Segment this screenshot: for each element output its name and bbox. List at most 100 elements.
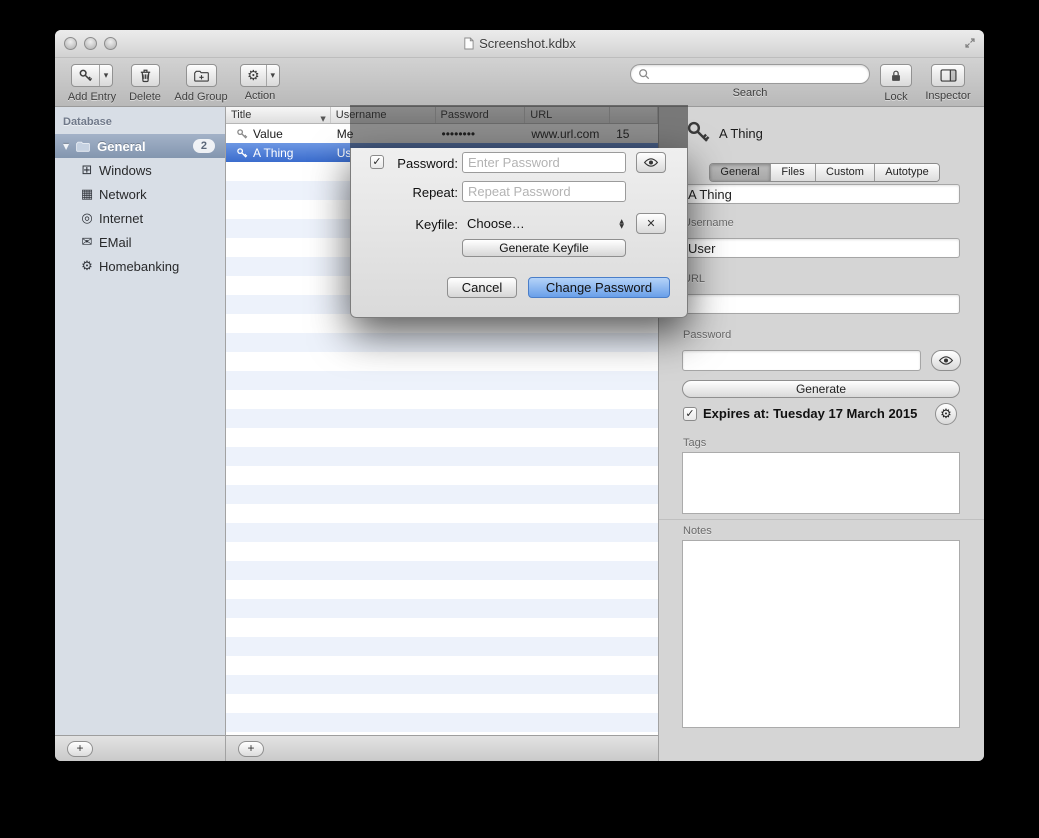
lock-icon (883, 65, 909, 86)
sidebar-item-windows[interactable]: ⊞ Windows (55, 158, 225, 182)
inspector-label: Inspector (923, 90, 973, 102)
change-password-button[interactable]: Change Password (528, 277, 670, 298)
change-password-sheet: ✓ Password: Repeat: Keyfile: Choose… ▲▼ … (350, 105, 688, 318)
sidebar-item-label: Internet (99, 211, 143, 226)
search-icon (638, 68, 650, 80)
add-entry-plus-button[interactable]: + (238, 741, 264, 757)
lock-label: Lock (876, 91, 916, 103)
toolbar: ▾ Add Entry Delete Add Group (55, 58, 984, 107)
notes-field[interactable] (682, 540, 960, 728)
entry-title: Value (253, 127, 283, 141)
new-password-input[interactable] (462, 152, 626, 173)
keyfile-popup[interactable]: Choose… ▲▼ (462, 213, 626, 234)
sort-indicator-icon: ▼ (320, 111, 325, 127)
network-icon: ▦ (79, 187, 95, 202)
gear-icon: ⚙ (940, 407, 952, 422)
tags-label: Tags (683, 437, 706, 449)
folder-plus-icon (187, 65, 216, 86)
entry-key-icon (685, 119, 711, 145)
sidebar-item-homebanking[interactable]: ⚙ Homebanking (55, 254, 225, 278)
reveal-new-password-button[interactable] (636, 152, 666, 173)
inspector-panel-icon (934, 65, 963, 86)
action-button[interactable]: ⚙▾ (240, 64, 280, 87)
eye-icon (938, 355, 954, 366)
cancel-button[interactable]: Cancel (447, 277, 517, 298)
inspector-tabs: General Files Custom Autotype (709, 163, 940, 182)
entry-count-badge: 2 (193, 139, 215, 153)
sidebar-header: Database (55, 107, 225, 128)
key-icon (236, 128, 248, 140)
sidebar-item-label: EMail (99, 235, 132, 250)
lock-button[interactable] (880, 64, 912, 87)
folder-icon (75, 140, 91, 153)
generate-password-button[interactable]: Generate (682, 380, 960, 398)
action-label: Action (235, 90, 285, 102)
notes-section-divider (659, 519, 984, 520)
search-label: Search (630, 87, 870, 99)
tags-field[interactable] (682, 452, 960, 514)
inspector-entry-title: A Thing (719, 126, 763, 141)
add-entry-label: Add Entry (65, 91, 119, 103)
keyfile-popup-value: Choose… (462, 216, 525, 231)
sidebar-item-network[interactable]: ▦ Network (55, 182, 225, 206)
sidebar-item-label: Windows (99, 163, 152, 178)
username-field[interactable] (682, 238, 960, 258)
gear-icon: ⚙ (241, 65, 266, 86)
inspector-pane: A Thing General Files Custom Autotype Us… (658, 107, 984, 761)
inspector-button[interactable] (931, 64, 965, 87)
expires-label: Expires at: Tuesday 17 March 2015 (703, 406, 917, 421)
tab-autotype[interactable]: Autotype (875, 164, 939, 181)
add-entry-button[interactable]: ▾ (71, 64, 114, 87)
popup-arrows-icon: ▲▼ (619, 219, 626, 229)
disclosure-triangle-icon[interactable]: ▼ (63, 142, 69, 151)
generate-keyfile-button[interactable]: Generate Keyfile (462, 239, 626, 257)
password-field[interactable] (682, 350, 921, 371)
username-label: Username (683, 217, 734, 229)
tab-files[interactable]: Files (771, 164, 816, 181)
repeat-password-input[interactable] (462, 181, 626, 202)
titlebar[interactable]: Screenshot.kdbx (55, 30, 984, 58)
tab-general[interactable]: General (710, 164, 771, 181)
close-icon: ✕ (646, 217, 655, 230)
sheet-repeat-label: Repeat: (378, 185, 458, 200)
fullscreen-icon[interactable] (964, 37, 976, 49)
internet-icon: ◎ (79, 211, 95, 226)
title-field[interactable] (682, 184, 960, 204)
sidebar-item-email[interactable]: ✉ EMail (55, 230, 225, 254)
email-icon: ✉ (79, 235, 95, 250)
document-icon (463, 37, 474, 50)
add-group-button[interactable] (186, 64, 217, 87)
homebanking-icon: ⚙ (79, 259, 95, 274)
key-icon (236, 147, 248, 159)
add-group-plus-button[interactable]: + (67, 741, 93, 757)
app-window: Screenshot.kdbx ▾ Add Entry (55, 30, 984, 761)
desktop-background: Screenshot.kdbx ▾ Add Entry (0, 0, 1039, 838)
sidebar-item-internet[interactable]: ◎ Internet (55, 206, 225, 230)
url-field[interactable] (682, 294, 960, 314)
sidebar-group-general[interactable]: ▼ General 2 (55, 134, 225, 158)
sidebar-item-label: Homebanking (99, 259, 179, 274)
expires-settings-button[interactable]: ⚙ (935, 403, 957, 425)
trash-icon (132, 65, 159, 86)
sidebar-item-label: Network (99, 187, 147, 202)
sidebar-group-label: General (97, 139, 145, 154)
entry-list-bottom-bar: + (226, 735, 658, 761)
sidebar-pane: Database ▼ General 2 ⊞ Windows ▦ (55, 107, 225, 761)
sheet-keyfile-label: Keyfile: (378, 217, 458, 232)
sheet-password-label: Password: (378, 156, 458, 171)
password-label: Password (683, 329, 731, 341)
column-header-title[interactable]: Title▼ (226, 107, 331, 123)
tab-custom[interactable]: Custom (816, 164, 875, 181)
reveal-password-button[interactable] (931, 350, 961, 371)
notes-label: Notes (683, 525, 712, 537)
chevron-down-icon[interactable]: ▾ (99, 65, 113, 86)
expires-checkbox[interactable]: ✓ (683, 407, 697, 421)
clear-keyfile-button[interactable]: ✕ (636, 213, 666, 234)
key-icon (72, 65, 99, 86)
entry-title: A Thing (253, 146, 293, 160)
delete-button[interactable] (131, 64, 160, 87)
windows-icon: ⊞ (79, 163, 95, 178)
chevron-down-icon[interactable]: ▾ (266, 65, 280, 86)
delete-label: Delete (127, 91, 163, 103)
search-input[interactable] (630, 64, 870, 84)
